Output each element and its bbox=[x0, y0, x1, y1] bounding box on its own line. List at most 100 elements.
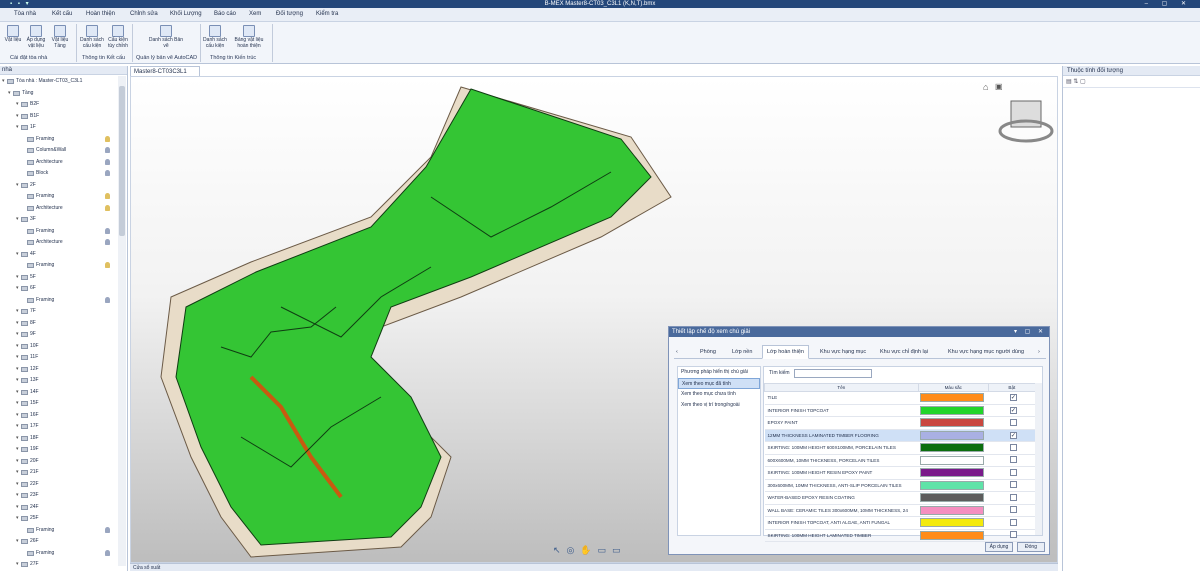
tree-item[interactable]: ▾ 3F bbox=[0, 214, 118, 225]
categorize-icon[interactable]: ▤ bbox=[1066, 79, 1072, 85]
enabled-checkbox[interactable] bbox=[1009, 531, 1017, 539]
tree-item[interactable]: Architecture bbox=[0, 237, 118, 248]
expand-icon[interactable]: ▾ bbox=[16, 421, 19, 432]
tab-reassigned-area[interactable]: Khu vực chỉ định lại bbox=[880, 349, 928, 355]
tab-scroll-left-icon[interactable]: ‹ bbox=[676, 349, 678, 355]
tree-item[interactable]: ▾ B1F bbox=[0, 111, 118, 122]
tree-item[interactable]: Column&Wall bbox=[0, 145, 118, 156]
legend-row[interactable]: SKIRTING: 100MM HEIGHT 600X100MM, PORCEL… bbox=[764, 441, 1036, 455]
visibility-bulb-icon[interactable] bbox=[105, 296, 110, 303]
camera-icon[interactable]: ▣ bbox=[995, 82, 1003, 91]
tab-quantity[interactable]: Khối Lượng bbox=[170, 11, 202, 17]
expand-icon[interactable]: ▾ bbox=[16, 249, 19, 260]
tree-item[interactable]: ▾ 15F bbox=[0, 398, 118, 409]
expand-icon[interactable]: ▾ bbox=[16, 306, 19, 317]
zoom-extent-icon[interactable]: ▭ bbox=[612, 545, 627, 555]
custom-component-button[interactable]: Cấu kiện tùy chỉnh bbox=[106, 25, 130, 49]
color-swatch[interactable] bbox=[920, 493, 985, 503]
expand-icon[interactable]: ▾ bbox=[8, 88, 11, 99]
tree-item[interactable]: ▾ 16F bbox=[0, 410, 118, 421]
enabled-checkbox[interactable] bbox=[1009, 418, 1017, 426]
expand-icon[interactable]: ▾ bbox=[16, 364, 19, 375]
color-swatch[interactable] bbox=[920, 468, 985, 478]
visibility-bulb-icon[interactable] bbox=[105, 549, 110, 556]
tab-check[interactable]: Kiểm tra bbox=[316, 11, 338, 17]
legend-row[interactable]: SKIRTING: 100MM HEIGHT LAMINATED TIMBER bbox=[764, 529, 1036, 542]
quick-access-toolbar[interactable]: ▪ ▪ ▾ bbox=[10, 0, 31, 8]
visibility-bulb-icon[interactable] bbox=[105, 158, 110, 165]
tab-report[interactable]: Báo cáo bbox=[214, 11, 236, 17]
expand-icon[interactable]: ▾ bbox=[16, 341, 19, 352]
legend-row[interactable]: WATER-BASED EPOXY RESIN COATING bbox=[764, 491, 1036, 505]
enabled-checkbox[interactable]: ✓ bbox=[1009, 406, 1017, 414]
close-button[interactable]: Đóng bbox=[1017, 542, 1045, 552]
color-swatch[interactable] bbox=[920, 518, 985, 528]
expand-icon[interactable]: ▾ bbox=[16, 467, 19, 478]
tab-object[interactable]: Đối tượng bbox=[276, 11, 303, 17]
enabled-checkbox[interactable] bbox=[1009, 493, 1017, 501]
tree-item[interactable]: ▾ 17F bbox=[0, 421, 118, 432]
legend-row[interactable]: INTERIOR FINISH TOPCOAT, ANTI ALGAE, ANT… bbox=[764, 516, 1036, 530]
color-swatch[interactable] bbox=[920, 443, 985, 453]
expand-icon[interactable]: ▾ bbox=[16, 214, 19, 225]
tab-item-area[interactable]: Khu vực hạng mục bbox=[820, 349, 866, 355]
expand-icon[interactable]: ▾ bbox=[16, 111, 19, 122]
expand-icon[interactable]: ▾ bbox=[16, 398, 19, 409]
enabled-checkbox[interactable] bbox=[1009, 481, 1017, 489]
tree-item[interactable]: Framing bbox=[0, 525, 118, 536]
visibility-bulb-icon[interactable] bbox=[105, 262, 110, 268]
enabled-checkbox[interactable]: ✓ bbox=[1009, 394, 1017, 402]
tree-item[interactable]: ▾ 18F bbox=[0, 433, 118, 444]
tree-item[interactable]: ▾ 26F bbox=[0, 536, 118, 547]
tree-item[interactable]: ▾ 4F bbox=[0, 249, 118, 260]
expand-icon[interactable]: ▾ bbox=[16, 490, 19, 501]
expand-icon[interactable]: ▾ bbox=[16, 559, 19, 570]
tree-item[interactable]: ▾ 25F bbox=[0, 513, 118, 524]
enabled-checkbox[interactable] bbox=[1009, 443, 1017, 451]
tree-item[interactable]: Framing bbox=[0, 134, 118, 145]
tree-scrollbar-thumb[interactable] bbox=[119, 86, 125, 236]
enabled-checkbox[interactable] bbox=[1009, 468, 1017, 476]
color-swatch[interactable] bbox=[920, 418, 985, 428]
tree-item[interactable]: ▾ 14F bbox=[0, 387, 118, 398]
window-controls[interactable]: – ▢ ✕ bbox=[1145, 0, 1192, 8]
expand-icon[interactable]: ▾ bbox=[16, 536, 19, 547]
tree-scrollbar[interactable] bbox=[118, 76, 126, 566]
mode-uncalculated[interactable]: Xem theo mục chưa tính bbox=[678, 389, 760, 400]
mode-inside-outside[interactable]: Xem theo vị trí trong/ngoài bbox=[678, 400, 760, 411]
expand-icon[interactable]: ▾ bbox=[16, 180, 19, 191]
tab-scroll-right-icon[interactable]: › bbox=[1038, 349, 1040, 355]
tree-item[interactable]: ▾ 9F bbox=[0, 329, 118, 340]
tree-item[interactable]: ▾ 1F bbox=[0, 122, 118, 133]
tab-rooms[interactable]: Phòng bbox=[700, 349, 716, 355]
legend-scrollbar[interactable] bbox=[1035, 383, 1042, 535]
expand-icon[interactable]: ▾ bbox=[16, 329, 19, 340]
expand-icon[interactable]: ▾ bbox=[16, 99, 19, 110]
pages-icon[interactable]: ▢ bbox=[1080, 79, 1086, 85]
tree-item[interactable]: ▾ 20F bbox=[0, 456, 118, 467]
visibility-bulb-icon[interactable] bbox=[105, 135, 110, 142]
expand-icon[interactable]: ▾ bbox=[16, 433, 19, 444]
color-swatch[interactable] bbox=[920, 505, 985, 515]
visibility-bulb-icon[interactable] bbox=[105, 170, 110, 176]
tree-item[interactable]: ▾ 2F bbox=[0, 180, 118, 191]
expand-icon[interactable]: ▾ bbox=[16, 479, 19, 490]
sort-icon[interactable]: ⇅ bbox=[1073, 79, 1078, 85]
tree-item[interactable]: ▾ 19F bbox=[0, 444, 118, 455]
tree-item[interactable]: ▾ B2F bbox=[0, 99, 118, 110]
visibility-bulb-icon[interactable] bbox=[105, 193, 110, 199]
tab-base-layer[interactable]: Lớp nền bbox=[732, 349, 752, 355]
tree-item[interactable]: ▾ 24F bbox=[0, 502, 118, 513]
legend-row[interactable]: WALL BASE: CERAMIC TILES 300x600MM, 10MM… bbox=[764, 504, 1036, 517]
mode-calculated[interactable]: Xem theo mục đã tính bbox=[678, 378, 760, 389]
home-icon[interactable]: ⌂ bbox=[983, 82, 988, 92]
tree-item[interactable]: ▾ 22F bbox=[0, 479, 118, 490]
legend-row[interactable]: INTERIOR FINISH TOPCOAT ✓ bbox=[764, 404, 1036, 417]
visibility-bulb-icon[interactable] bbox=[105, 147, 110, 153]
tree-item[interactable]: ▾ 5F bbox=[0, 272, 118, 283]
expand-icon[interactable]: ▾ bbox=[16, 283, 19, 294]
dialog-window-controls[interactable]: ▾ ▢ ✕ bbox=[1014, 327, 1046, 337]
tree-item[interactable]: Architecture bbox=[0, 157, 118, 168]
visibility-bulb-icon[interactable] bbox=[105, 239, 110, 245]
legend-row[interactable]: 12MM THICKNESS LAMINATED TIMBER FLOORING… bbox=[764, 429, 1036, 442]
